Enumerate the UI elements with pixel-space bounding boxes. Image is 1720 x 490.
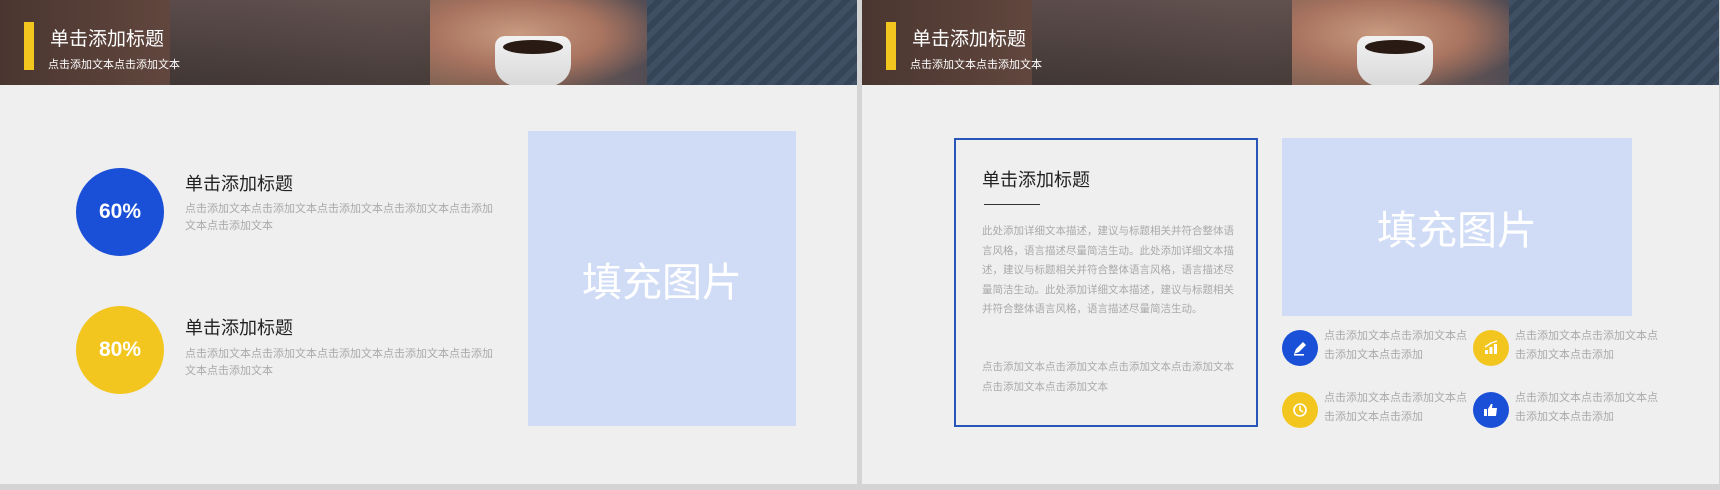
banner-photo-sleeve	[647, 0, 857, 85]
header-accent-bar	[886, 22, 896, 70]
text-card: 单击添加标题 此处添加详细文本描述，建议与标题相关并符合整体语言风格，语言描述尽…	[954, 138, 1258, 427]
header-subtitle[interactable]: 点击添加文本点击添加文本	[910, 56, 1042, 72]
banner-photo-laptop	[170, 0, 430, 85]
clock-icon	[1282, 392, 1318, 428]
feature-item-3: 点击添加文本点击添加文本点击添加文本点击添加	[1282, 388, 1472, 432]
slide-1: 单击添加标题 点击添加文本点击添加文本 60% 单击添加标题 点击添加文本点击添…	[0, 0, 857, 484]
item-title-2[interactable]: 单击添加标题	[185, 314, 293, 340]
feature-text-4[interactable]: 点击添加文本点击添加文本点击添加文本点击添加	[1515, 388, 1665, 426]
feature-text-1[interactable]: 点击添加文本点击添加文本点击添加文本点击添加	[1324, 326, 1474, 364]
growth-chart-icon	[1473, 330, 1509, 366]
image-placeholder-2[interactable]: 填充图片	[1282, 138, 1632, 316]
card-body[interactable]: 此处添加详细文本描述，建议与标题相关并符合整体语言风格，语言描述尽量简洁生动。此…	[982, 222, 1234, 320]
feature-item-4: 点击添加文本点击添加文本点击添加文本点击添加	[1473, 388, 1663, 432]
header-banner: 单击添加标题 点击添加文本点击添加文本	[862, 0, 1719, 85]
pen-icon	[1282, 330, 1318, 366]
coffee-cup-icon	[1357, 36, 1433, 85]
header-accent-bar	[24, 22, 34, 70]
header-title[interactable]: 单击添加标题	[50, 24, 164, 51]
feature-text-3[interactable]: 点击添加文本点击添加文本点击添加文本点击添加	[1324, 388, 1474, 426]
card-title[interactable]: 单击添加标题	[982, 166, 1090, 192]
header-title[interactable]: 单击添加标题	[912, 24, 1026, 51]
coffee-cup-icon	[495, 36, 571, 85]
slide-2: 单击添加标题 点击添加文本点击添加文本 单击添加标题 此处添加详细文本描述，建议…	[862, 0, 1719, 484]
item-title-1[interactable]: 单击添加标题	[185, 170, 293, 196]
header-subtitle[interactable]: 点击添加文本点击添加文本	[48, 56, 180, 72]
banner-photo-laptop	[1032, 0, 1292, 85]
item-desc-2[interactable]: 点击添加文本点击添加文本点击添加文本点击添加文本点击添加文本点击添加文本	[185, 345, 500, 379]
card-divider	[984, 204, 1040, 205]
feature-item-1: 点击添加文本点击添加文本点击添加文本点击添加	[1282, 326, 1472, 370]
item-desc-1[interactable]: 点击添加文本点击添加文本点击添加文本点击添加文本点击添加文本点击添加文本	[185, 200, 500, 234]
feature-text-2[interactable]: 点击添加文本点击添加文本点击添加文本点击添加	[1515, 326, 1665, 364]
image-placeholder-1[interactable]: 填充图片	[528, 131, 796, 426]
stat-circle-60: 60%	[76, 168, 164, 256]
header-banner: 单击添加标题 点击添加文本点击添加文本	[0, 0, 857, 85]
thumbs-up-icon	[1473, 392, 1509, 428]
card-footer-text[interactable]: 点击添加文本点击添加文本点击添加文本点击添加文本点击添加文本点击添加文本	[982, 358, 1234, 397]
stat-circle-80: 80%	[76, 306, 164, 394]
banner-photo-sleeve	[1509, 0, 1719, 85]
feature-item-2: 点击添加文本点击添加文本点击添加文本点击添加	[1473, 326, 1663, 370]
